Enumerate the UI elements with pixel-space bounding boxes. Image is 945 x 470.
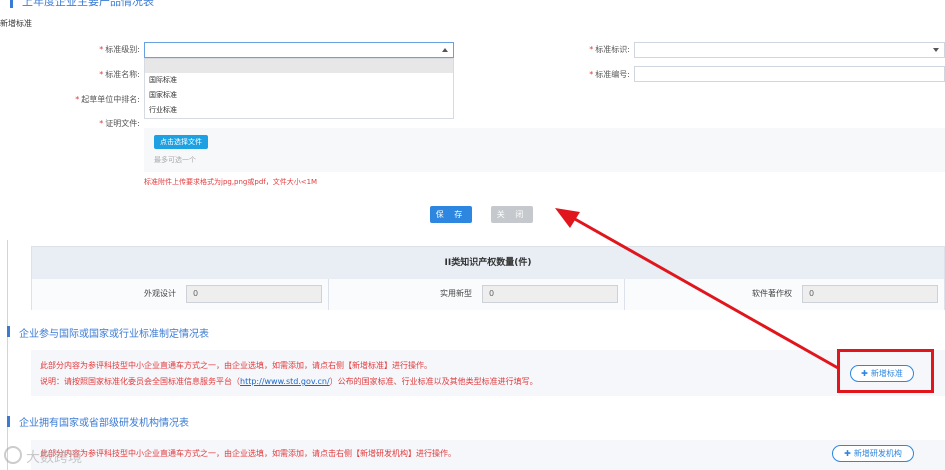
dropdown-option-empty[interactable]	[145, 59, 453, 73]
dropdown-option-international[interactable]: 国际标准	[145, 73, 453, 88]
standards-section-title: 企业参与国际或国家或行业标准制定情况表	[19, 329, 209, 340]
standards-note-box: 此部分内容为参评科技型中小企业直通车方式之一，由企业选填，如需添加，请点右侧【新…	[31, 350, 945, 396]
background-section-title-text: 上年度企业主要产品情况表	[22, 0, 154, 8]
standards-note-line2: 说明：请按照国家标准化委员会全国标准信息服务平台（http://www.std.…	[40, 377, 538, 386]
background-section-title: 上年度企业主要产品情况表	[10, 0, 210, 10]
rd-note-line1: 此部分内容为参评科技型中小企业直通车方式之一，由企业选填，如需添加，请点击右侧【…	[40, 449, 456, 458]
upload-format-hint: 标准附件上传要求格式为jpg,png或pdf，文件大小<1M	[144, 178, 318, 186]
dialog-title: 新增标准	[0, 19, 32, 28]
annotation-highlight-box	[837, 349, 934, 393]
standard-number-label: * 标准编号:	[589, 70, 630, 79]
ip-count-table: II类知识产权数量(件) 外观设计 0 实用新型 0 软件著作权 0	[31, 246, 945, 310]
close-button[interactable]: 关 闭	[491, 206, 533, 223]
annotation-arrow-head	[555, 208, 580, 228]
standard-mark-label: * 标准标识:	[589, 45, 630, 54]
std-gov-link[interactable]: http://www.std.gov.cn/	[240, 377, 330, 386]
ip-table-row: 外观设计 0 实用新型 0 软件著作权 0	[32, 279, 944, 310]
ip-cell-label: 软件著作权	[752, 289, 792, 298]
ip-design-input: 0	[186, 285, 322, 303]
dropdown-option-national[interactable]: 国家标准	[145, 88, 453, 103]
standard-level-label: * 标准级别:	[99, 45, 140, 54]
proof-file-label: * 证明文件:	[99, 119, 140, 128]
drafting-rank-label: * 起草单位中排名:	[75, 95, 140, 104]
max-files-hint: 最多可选一个	[154, 156, 196, 164]
chevron-up-icon	[442, 48, 448, 52]
ip-cell-utility: 实用新型 0	[328, 279, 624, 310]
save-button[interactable]: 保 存	[430, 206, 472, 223]
add-rd-institution-button[interactable]: ✚ 新增研发机构	[832, 445, 914, 462]
dropdown-option-industry[interactable]: 行业标准	[145, 103, 453, 118]
ip-table-heading: II类知识产权数量(件)	[32, 247, 944, 279]
ip-cell-label: 外观设计	[144, 289, 176, 298]
ip-cell-design: 外观设计 0	[32, 279, 328, 310]
rd-note-box: 此部分内容为参评科技型中小企业直通车方式之一，由企业选填，如需添加，请点击右侧【…	[31, 440, 945, 470]
standards-note-line1: 此部分内容为参评科技型中小企业直通车方式之一，由企业选填，如需添加，请点右侧【新…	[40, 361, 432, 370]
choose-file-button[interactable]: 点击选择文件	[154, 135, 208, 149]
standard-number-input[interactable]	[634, 66, 945, 82]
standard-level-select[interactable]	[144, 42, 454, 58]
watermark-text: 大数跨境	[26, 450, 82, 466]
upload-area	[144, 128, 945, 172]
section-title-bar	[7, 326, 10, 337]
ip-utility-input: 0	[482, 285, 618, 303]
ip-cell-software: 软件著作权 0	[624, 279, 944, 310]
rd-section-title: 企业拥有国家或省部级研发机构情况表	[19, 418, 189, 429]
section-title-bar	[10, 0, 13, 8]
watermark-logo-icon	[4, 446, 22, 464]
standard-name-label: * 标准名称:	[99, 70, 140, 79]
page-left-border	[7, 240, 8, 470]
ip-cell-label: 实用新型	[440, 289, 472, 298]
ip-software-input: 0	[802, 285, 938, 303]
section-title-bar	[7, 416, 10, 427]
chevron-down-icon	[933, 48, 939, 52]
standard-mark-select[interactable]	[634, 42, 945, 58]
plus-icon: ✚	[844, 449, 851, 458]
standard-level-dropdown: 国际标准 国家标准 行业标准	[144, 58, 454, 119]
